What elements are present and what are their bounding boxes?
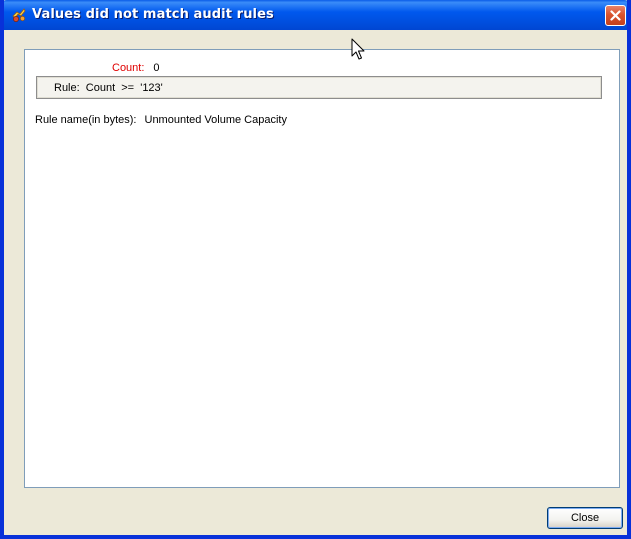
app-icon bbox=[11, 7, 27, 23]
count-row: Count: 0 bbox=[112, 62, 160, 74]
rule-name-value: Unmounted Volume Capacity bbox=[144, 114, 287, 126]
close-icon bbox=[610, 10, 621, 21]
rule-name-label: Rule name(in bytes): bbox=[35, 114, 137, 126]
mouse-cursor-icon bbox=[351, 38, 367, 62]
count-value: 0 bbox=[153, 62, 160, 74]
title-close-button[interactable] bbox=[605, 5, 626, 26]
audit-dialog-window: Values did not match audit rules Count: 0… bbox=[0, 0, 631, 539]
close-button[interactable]: Close bbox=[547, 507, 623, 529]
rule-name-row: Rule name(in bytes): Unmounted Volume Cap… bbox=[35, 114, 287, 126]
window-title: Values did not match audit rules bbox=[32, 7, 274, 22]
count-label: Count: bbox=[112, 62, 145, 74]
rule-box: Rule: Count >= '123' bbox=[36, 76, 602, 99]
rule-text: Rule: Count >= '123' bbox=[54, 82, 163, 94]
details-panel: Count: 0 Rule: Count >= '123' Rule name(i… bbox=[24, 49, 620, 488]
title-bar[interactable]: Values did not match audit rules bbox=[4, 0, 627, 30]
